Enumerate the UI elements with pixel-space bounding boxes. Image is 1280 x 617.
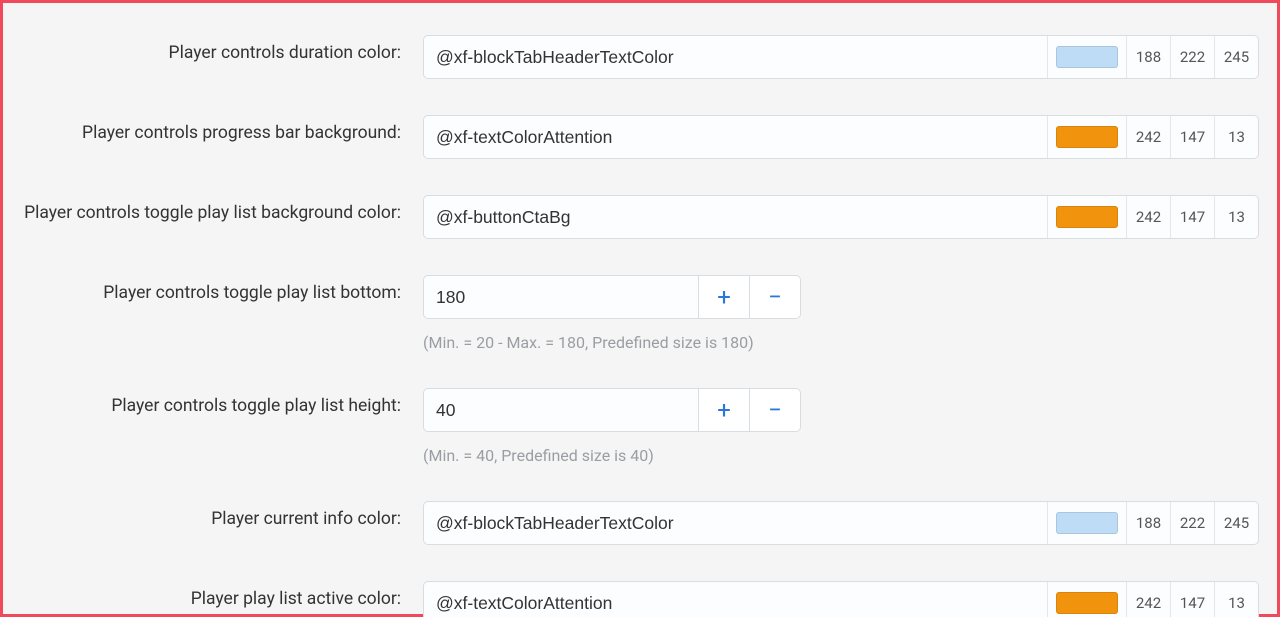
color-swatch-wrap — [1047, 582, 1126, 617]
color-input-row: 188222245 — [423, 501, 1259, 545]
minus-icon: − — [768, 283, 782, 311]
rgb-r-value[interactable]: 188 — [1126, 502, 1170, 544]
rgb-b-value[interactable]: 13 — [1214, 582, 1258, 617]
plus-icon: + — [717, 396, 731, 424]
color-value-input[interactable] — [424, 582, 1047, 617]
decrement-button[interactable]: − — [749, 275, 801, 319]
field-input-col: +−(Min. = 20 - Max. = 180, Predefined si… — [423, 275, 1259, 352]
field-label: Player current info color: — [21, 501, 423, 529]
color-swatch-wrap — [1047, 116, 1126, 158]
field-hint: (Min. = 40, Predefined size is 40) — [423, 446, 1259, 465]
form-row: Player controls duration color:188222245 — [21, 35, 1259, 79]
color-swatch[interactable] — [1056, 512, 1118, 534]
color-swatch-wrap — [1047, 502, 1126, 544]
form-row: Player current info color:188222245 — [21, 501, 1259, 545]
color-input-row: 24214713 — [423, 115, 1259, 159]
plus-icon: + — [717, 283, 731, 311]
number-value-input[interactable] — [423, 275, 699, 319]
decrement-button[interactable]: − — [749, 388, 801, 432]
number-input-row: +− — [423, 388, 801, 432]
field-label: Player controls toggle play list height: — [21, 388, 423, 416]
color-swatch-wrap — [1047, 196, 1126, 238]
color-input-row: 188222245 — [423, 35, 1259, 79]
field-label: Player play list active color: — [21, 581, 423, 609]
increment-button[interactable]: + — [698, 388, 750, 432]
color-value-input[interactable] — [424, 502, 1047, 544]
color-swatch[interactable] — [1056, 126, 1118, 148]
color-value-input[interactable] — [424, 116, 1047, 158]
rgb-r-value[interactable]: 242 — [1126, 116, 1170, 158]
rgb-b-value[interactable]: 245 — [1214, 502, 1258, 544]
color-value-input[interactable] — [424, 36, 1047, 78]
color-swatch[interactable] — [1056, 206, 1118, 228]
color-input-row: 24214713 — [423, 195, 1259, 239]
field-label: Player controls toggle play list bottom: — [21, 275, 423, 303]
field-label: Player controls toggle play list backgro… — [21, 195, 423, 223]
color-swatch[interactable] — [1056, 46, 1118, 68]
rgb-g-value[interactable]: 222 — [1170, 36, 1214, 78]
color-input-row: 24214713 — [423, 581, 1259, 617]
field-hint: (Min. = 20 - Max. = 180, Predefined size… — [423, 333, 1259, 352]
rgb-b-value[interactable]: 245 — [1214, 36, 1258, 78]
color-swatch-wrap — [1047, 36, 1126, 78]
form-row: Player controls toggle play list bottom:… — [21, 275, 1259, 352]
rgb-g-value[interactable]: 147 — [1170, 196, 1214, 238]
form-row: Player play list active color:24214713 — [21, 581, 1259, 617]
field-label: Player controls duration color: — [21, 35, 423, 63]
settings-form: Player controls duration color:188222245… — [3, 3, 1277, 614]
increment-button[interactable]: + — [698, 275, 750, 319]
rgb-g-value[interactable]: 147 — [1170, 116, 1214, 158]
field-input-col: 188222245 — [423, 35, 1259, 79]
number-value-input[interactable] — [423, 388, 699, 432]
field-input-col: 24214713 — [423, 581, 1259, 617]
form-row: Player controls toggle play list backgro… — [21, 195, 1259, 239]
minus-icon: − — [768, 396, 782, 424]
number-input-row: +− — [423, 275, 801, 319]
field-input-col: 24214713 — [423, 195, 1259, 239]
field-input-col: 188222245 — [423, 501, 1259, 545]
rgb-g-value[interactable]: 222 — [1170, 502, 1214, 544]
color-value-input[interactable] — [424, 196, 1047, 238]
form-row: Player controls toggle play list height:… — [21, 388, 1259, 465]
rgb-b-value[interactable]: 13 — [1214, 196, 1258, 238]
form-row: Player controls progress bar background:… — [21, 115, 1259, 159]
rgb-r-value[interactable]: 188 — [1126, 36, 1170, 78]
field-input-col: +−(Min. = 40, Predefined size is 40) — [423, 388, 1259, 465]
rgb-g-value[interactable]: 147 — [1170, 582, 1214, 617]
field-input-col: 24214713 — [423, 115, 1259, 159]
field-label: Player controls progress bar background: — [21, 115, 423, 143]
color-swatch[interactable] — [1056, 592, 1118, 614]
rgb-b-value[interactable]: 13 — [1214, 116, 1258, 158]
rgb-r-value[interactable]: 242 — [1126, 196, 1170, 238]
rgb-r-value[interactable]: 242 — [1126, 582, 1170, 617]
